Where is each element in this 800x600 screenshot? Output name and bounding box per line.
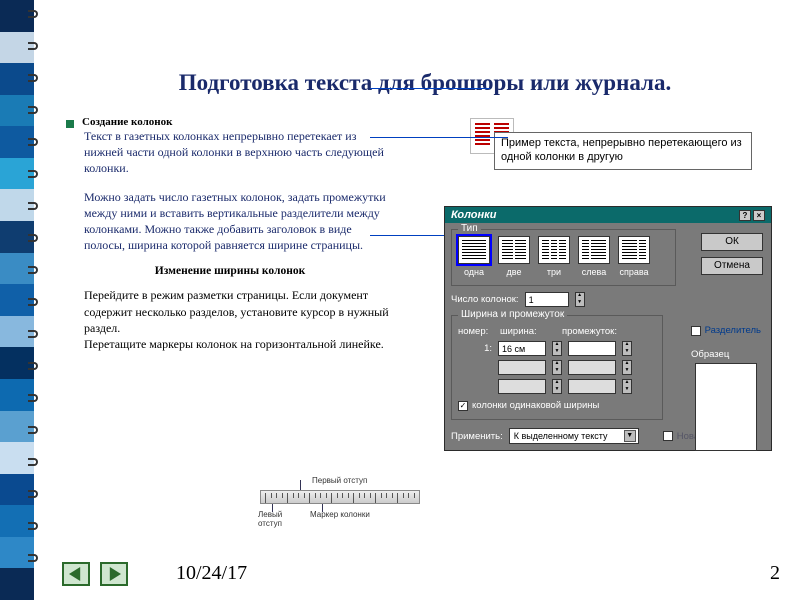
- row1-gap[interactable]: [568, 341, 616, 356]
- ok-button[interactable]: ОК: [701, 233, 763, 251]
- sample-preview: [695, 363, 757, 451]
- column-type-option[interactable]: одна: [458, 236, 490, 277]
- dialog-titlebar: Колонки ? ×: [445, 207, 771, 223]
- row1-width[interactable]: 16 см: [498, 341, 546, 356]
- num-columns-label: Число колонок:: [451, 294, 519, 305]
- row1-width-spinner[interactable]: ▲▼: [552, 341, 562, 356]
- column-type-label: справа: [618, 267, 650, 277]
- footer-date: 10/24/17: [176, 562, 247, 585]
- column-type-label: две: [498, 267, 530, 277]
- paragraph-2: Можно задать число газетных колонок, зад…: [84, 189, 390, 254]
- example-caption: Пример текста, непрерывно перетекающего …: [494, 132, 752, 170]
- spinner-disabled: ▲▼: [622, 379, 632, 394]
- column-type-label: три: [538, 267, 570, 277]
- chevron-down-icon: ▼: [624, 430, 636, 442]
- spinner-disabled: ▲▼: [622, 360, 632, 375]
- num-columns-field[interactable]: 1: [525, 292, 569, 307]
- connector-line: [370, 137, 508, 138]
- row2-gap: [568, 360, 616, 375]
- ruler-leader-line: [272, 504, 273, 512]
- page-title: Подготовка текста для брошюры или журнал…: [60, 70, 790, 96]
- subheading: Изменение ширины колонок: [70, 265, 390, 277]
- row1-num: 1:: [458, 343, 492, 354]
- equal-label: колонки одинаковой ширины: [472, 400, 599, 411]
- column-type-option[interactable]: две: [498, 236, 530, 277]
- divider-label: Разделитель: [705, 325, 761, 336]
- hdr-gap: промежуток:: [562, 326, 617, 337]
- dialog-title-text: Колонки: [451, 209, 496, 221]
- footer-page: 2: [770, 562, 780, 585]
- column-type-label: слева: [578, 267, 610, 277]
- next-slide-button[interactable]: [100, 562, 128, 586]
- spiral-binding: [0, 0, 38, 600]
- bullet-heading: Создание колонок: [82, 116, 172, 128]
- help-icon[interactable]: ?: [739, 210, 751, 221]
- row1-gap-spinner[interactable]: ▲▼: [622, 341, 632, 356]
- apply-dropdown[interactable]: К выделенному тексту ▼: [509, 428, 639, 444]
- hdr-num: номер:: [458, 326, 494, 337]
- num-columns-spinner[interactable]: ▲▼: [575, 292, 585, 307]
- row3-gap: [568, 379, 616, 394]
- ruler-marker-label: Маркер колонки: [310, 510, 370, 519]
- row2-width: [498, 360, 546, 375]
- column-type-option[interactable]: слева: [578, 236, 610, 277]
- divider-checkbox[interactable]: Разделитель: [691, 325, 761, 336]
- paragraph-3: Перейдите в режим разметки страницы. Есл…: [84, 287, 390, 352]
- ruler-top-label: Первый отступ: [312, 476, 367, 485]
- width-group-label: Ширина и промежуток: [458, 309, 567, 320]
- spinner-disabled: ▲▼: [552, 379, 562, 394]
- ruler-diagram: Первый отступ Левый отступ Маркер колонк…: [260, 490, 420, 504]
- width-group: Ширина и промежуток номер: ширина: проме…: [451, 315, 663, 420]
- checkbox-box: [663, 431, 673, 441]
- slide-content: Подготовка текста для брошюры или журнал…: [60, 0, 790, 600]
- text-column: Создание колонок Текст в газетных колонк…: [60, 116, 390, 364]
- ruler-bar: [260, 490, 420, 504]
- connector-line: [370, 88, 490, 89]
- prev-slide-button[interactable]: [62, 562, 90, 586]
- bullet-icon: [66, 120, 74, 128]
- paragraph-1: Текст в газетных колонках непрерывно пер…: [84, 128, 390, 177]
- row3-width: [498, 379, 546, 394]
- ruler-left-label: Левый отступ: [258, 510, 292, 528]
- illustration-column: Пример текста, непрерывно перетекающего …: [390, 116, 790, 364]
- sample-label: Образец: [691, 349, 761, 360]
- apply-label: Применить:: [451, 431, 503, 442]
- checkbox-box: [691, 326, 701, 336]
- bullet-item: Создание колонок: [70, 116, 390, 128]
- ruler-leader-line: [322, 504, 323, 512]
- arrow-right-icon: [107, 567, 121, 581]
- cancel-button[interactable]: Отмена: [701, 257, 763, 275]
- sample-group: Образец: [691, 349, 761, 451]
- hdr-width: ширина:: [500, 326, 556, 337]
- column-type-option[interactable]: справа: [618, 236, 650, 277]
- arrow-left-icon: [69, 567, 83, 581]
- close-icon[interactable]: ×: [753, 210, 765, 221]
- column-type-label: одна: [458, 267, 490, 277]
- checkbox-box: ✓: [458, 401, 468, 411]
- type-group: Тип однадветрислевасправа: [451, 229, 676, 286]
- type-group-label: Тип: [458, 223, 481, 234]
- apply-value: К выделенному тексту: [514, 431, 608, 441]
- equal-width-checkbox[interactable]: ✓ колонки одинаковой ширины: [458, 400, 656, 411]
- spinner-disabled: ▲▼: [552, 360, 562, 375]
- columns-dialog: Колонки ? × ОК Отмена Тип однадветрислев…: [444, 206, 772, 451]
- column-type-option[interactable]: три: [538, 236, 570, 277]
